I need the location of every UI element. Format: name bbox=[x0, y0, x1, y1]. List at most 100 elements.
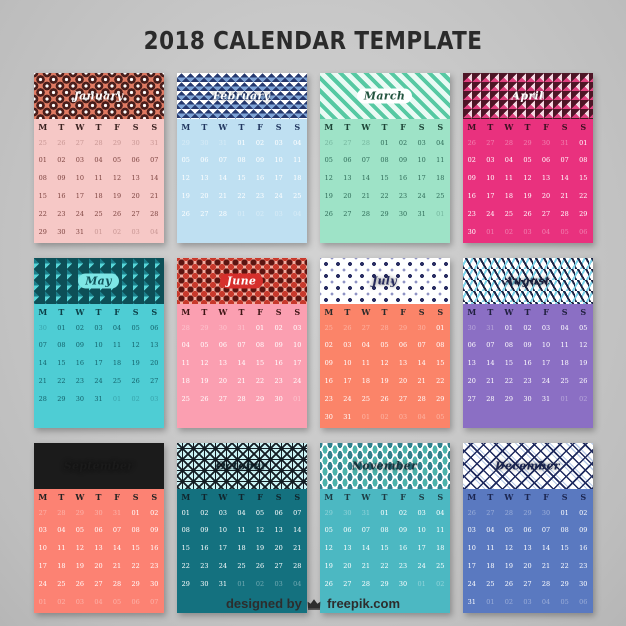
day-cell[interactable]: 29 bbox=[431, 396, 450, 403]
day-cell[interactable]: 30 bbox=[71, 396, 90, 403]
day-cell[interactable]: 15 bbox=[375, 545, 394, 552]
day-cell[interactable]: 04 bbox=[500, 157, 519, 164]
day-cell-adjacent[interactable]: 01 bbox=[108, 396, 127, 403]
day-cell[interactable]: 11 bbox=[288, 157, 307, 164]
day-cell[interactable]: 11 bbox=[555, 342, 574, 349]
day-cell[interactable]: 05 bbox=[251, 510, 270, 517]
day-cell[interactable]: 01 bbox=[431, 325, 450, 332]
day-cell-adjacent[interactable]: 26 bbox=[320, 140, 339, 147]
calendar-card-september[interactable]: September M T W T F S S 27 28 29 30 31 01 02 03 04 05 06 07… bbox=[33, 443, 164, 613]
day-cell[interactable]: 23 bbox=[269, 378, 288, 385]
day-cell[interactable]: 15 bbox=[232, 175, 251, 182]
day-cell[interactable]: 01 bbox=[574, 140, 593, 147]
day-cell[interactable]: 08 bbox=[375, 157, 394, 164]
day-cell-adjacent[interactable]: 01 bbox=[232, 211, 251, 218]
day-cell[interactable]: 03 bbox=[269, 140, 288, 147]
day-cell[interactable]: 16 bbox=[463, 193, 482, 200]
day-cell-adjacent[interactable]: 04 bbox=[288, 581, 307, 588]
day-cell[interactable]: 01 bbox=[34, 157, 53, 164]
day-cell-adjacent[interactable]: 30 bbox=[537, 140, 556, 147]
day-cell[interactable]: 09 bbox=[251, 157, 270, 164]
day-cell[interactable]: 09 bbox=[394, 527, 413, 534]
day-cell[interactable]: 16 bbox=[574, 545, 593, 552]
day-cell[interactable]: 18 bbox=[555, 360, 574, 367]
day-cell-adjacent[interactable]: 03 bbox=[394, 414, 413, 421]
day-cell[interactable]: 05 bbox=[195, 342, 214, 349]
day-cell[interactable]: 16 bbox=[52, 193, 71, 200]
day-cell[interactable]: 07 bbox=[357, 527, 376, 534]
day-cell[interactable]: 15 bbox=[375, 175, 394, 182]
day-cell[interactable]: 29 bbox=[500, 396, 519, 403]
day-cell-adjacent[interactable]: 31 bbox=[145, 140, 164, 147]
day-cell-adjacent[interactable]: 26 bbox=[463, 510, 482, 517]
day-cell[interactable]: 21 bbox=[537, 563, 556, 570]
day-cell[interactable]: 25 bbox=[481, 581, 500, 588]
day-cell[interactable]: 23 bbox=[394, 193, 413, 200]
day-cell[interactable]: 18 bbox=[232, 545, 251, 552]
day-cell[interactable]: 08 bbox=[431, 342, 450, 349]
day-cell[interactable]: 12 bbox=[375, 360, 394, 367]
day-cell[interactable]: 12 bbox=[126, 342, 145, 349]
day-cell[interactable]: 19 bbox=[126, 360, 145, 367]
day-cell[interactable]: 26 bbox=[251, 563, 270, 570]
day-cell[interactable]: 14 bbox=[357, 545, 376, 552]
day-cell[interactable]: 02 bbox=[574, 510, 593, 517]
day-cell-adjacent[interactable]: 02 bbox=[108, 229, 127, 236]
day-cell[interactable]: 05 bbox=[126, 325, 145, 332]
day-cell[interactable]: 28 bbox=[412, 396, 431, 403]
day-cell[interactable]: 27 bbox=[89, 581, 108, 588]
day-cell[interactable]: 07 bbox=[537, 527, 556, 534]
day-cell[interactable]: 25 bbox=[232, 563, 251, 570]
day-cell[interactable]: 04 bbox=[108, 325, 127, 332]
day-cell[interactable]: 01 bbox=[251, 325, 270, 332]
day-cell[interactable]: 21 bbox=[412, 378, 431, 385]
day-cell[interactable]: 16 bbox=[518, 360, 537, 367]
day-cell[interactable]: 13 bbox=[89, 545, 108, 552]
day-cell[interactable]: 17 bbox=[338, 378, 357, 385]
day-cell[interactable]: 19 bbox=[574, 360, 593, 367]
day-cell[interactable]: 18 bbox=[108, 360, 127, 367]
day-cell-adjacent[interactable]: 28 bbox=[500, 140, 519, 147]
day-cell[interactable]: 24 bbox=[214, 563, 233, 570]
day-cell[interactable]: 07 bbox=[481, 342, 500, 349]
day-cell[interactable]: 25 bbox=[177, 396, 196, 403]
day-cell[interactable]: 09 bbox=[463, 175, 482, 182]
day-cell[interactable]: 18 bbox=[431, 545, 450, 552]
day-cell[interactable]: 18 bbox=[288, 175, 307, 182]
day-cell-adjacent[interactable]: 27 bbox=[338, 140, 357, 147]
day-cell[interactable]: 28 bbox=[232, 396, 251, 403]
day-cell-adjacent[interactable]: 02 bbox=[574, 396, 593, 403]
day-cell[interactable]: 23 bbox=[463, 211, 482, 218]
day-cell[interactable]: 20 bbox=[338, 193, 357, 200]
day-cell[interactable]: 18 bbox=[89, 193, 108, 200]
day-cell[interactable]: 19 bbox=[500, 563, 519, 570]
day-cell[interactable]: 31 bbox=[412, 211, 431, 218]
day-cell[interactable]: 30 bbox=[394, 581, 413, 588]
day-cell[interactable]: 20 bbox=[195, 193, 214, 200]
day-cell[interactable]: 15 bbox=[500, 360, 519, 367]
day-cell[interactable]: 26 bbox=[375, 396, 394, 403]
day-cell[interactable]: 14 bbox=[481, 360, 500, 367]
day-cell[interactable]: 28 bbox=[214, 211, 233, 218]
day-cell-adjacent[interactable]: 05 bbox=[555, 229, 574, 236]
day-cell-adjacent[interactable]: 25 bbox=[34, 140, 53, 147]
day-cell[interactable]: 16 bbox=[195, 545, 214, 552]
day-cell[interactable]: 03 bbox=[34, 527, 53, 534]
day-cell[interactable]: 20 bbox=[338, 563, 357, 570]
day-cell[interactable]: 15 bbox=[34, 193, 53, 200]
day-cell[interactable]: 27 bbox=[537, 211, 556, 218]
day-cell[interactable]: 10 bbox=[537, 342, 556, 349]
day-cell[interactable]: 08 bbox=[375, 527, 394, 534]
day-cell[interactable]: 22 bbox=[177, 563, 196, 570]
day-cell[interactable]: 19 bbox=[251, 545, 270, 552]
day-cell[interactable]: 31 bbox=[89, 396, 108, 403]
day-cell[interactable]: 04 bbox=[232, 510, 251, 517]
day-cell[interactable]: 17 bbox=[34, 563, 53, 570]
day-cell[interactable]: 23 bbox=[52, 211, 71, 218]
day-cell[interactable]: 05 bbox=[108, 157, 127, 164]
day-cell[interactable]: 05 bbox=[500, 527, 519, 534]
day-cell[interactable]: 29 bbox=[126, 581, 145, 588]
day-cell[interactable]: 02 bbox=[518, 325, 537, 332]
day-cell[interactable]: 07 bbox=[145, 157, 164, 164]
day-cell[interactable]: 17 bbox=[481, 193, 500, 200]
